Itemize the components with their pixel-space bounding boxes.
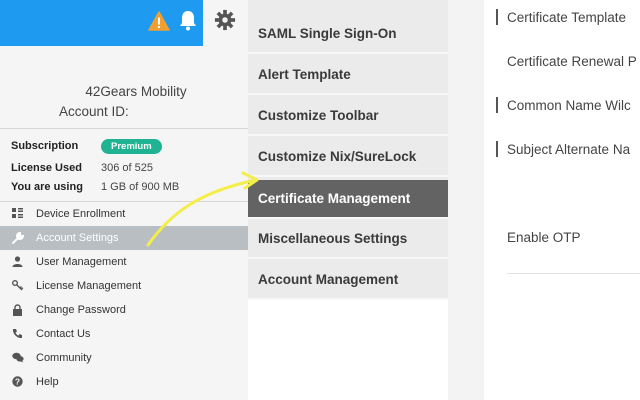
settings-menu-background bbox=[248, 300, 448, 400]
user-icon bbox=[12, 255, 25, 269]
storage-row: You are using 1 GB of 900 MB bbox=[11, 179, 179, 195]
subscription-row: Subscription Premium bbox=[11, 138, 162, 154]
field-marker bbox=[496, 97, 498, 113]
top-bar bbox=[0, 0, 203, 46]
certificate-management-panel: Certificate Template Certificate Renewal… bbox=[484, 0, 640, 400]
settings-gear-button[interactable] bbox=[203, 0, 248, 46]
wrench-icon bbox=[12, 231, 25, 245]
account-menu: Device Enrollment Account Settings User … bbox=[0, 202, 248, 394]
settings-item-certificate-management[interactable]: Certificate Management bbox=[248, 180, 448, 219]
account-panel: 42Gears Mobility Account ID: Subscriptio… bbox=[0, 0, 248, 400]
field-marker bbox=[496, 141, 498, 157]
premium-badge: Premium bbox=[101, 138, 162, 154]
menu-item-label: Contact Us bbox=[36, 328, 91, 340]
menu-item-label: Account Settings bbox=[36, 232, 119, 244]
phone-icon bbox=[12, 328, 25, 341]
certificate-template-label: Certificate Template bbox=[507, 10, 627, 25]
license-used-row: License Used 306 of 525 bbox=[11, 160, 153, 176]
certificate-renewal-label: Certificate Renewal P bbox=[507, 54, 637, 69]
warning-icon[interactable] bbox=[148, 11, 170, 31]
key-icon bbox=[12, 279, 25, 293]
menu-item-label: Community bbox=[36, 352, 92, 364]
menu-item-help[interactable]: ? Help bbox=[0, 370, 248, 394]
menu-item-label: License Management bbox=[36, 280, 142, 292]
storage-value: 1 GB of 900 MB bbox=[101, 181, 180, 193]
license-used-value: 306 of 525 bbox=[101, 162, 153, 174]
menu-item-account-settings[interactable]: Account Settings bbox=[0, 226, 248, 250]
settings-item-customize-toolbar[interactable]: Customize Toolbar bbox=[248, 97, 448, 136]
menu-item-contact-us[interactable]: Contact Us bbox=[0, 322, 248, 346]
bell-icon[interactable] bbox=[178, 9, 198, 31]
subscription-label: Subscription bbox=[11, 140, 79, 152]
device-enrollment-icon bbox=[12, 207, 25, 221]
menu-item-label: Device Enrollment bbox=[36, 208, 126, 220]
menu-item-community[interactable]: Community bbox=[0, 346, 248, 370]
settings-menu: SAML Single Sign-On Alert Template Custo… bbox=[248, 0, 448, 300]
menu-item-user-management[interactable]: User Management bbox=[0, 250, 248, 274]
storage-label: You are using bbox=[11, 181, 83, 193]
settings-item-saml-sso[interactable]: SAML Single Sign-On bbox=[248, 15, 448, 54]
chat-icon bbox=[12, 352, 25, 365]
settings-item-customize-nix-surelock[interactable]: Customize Nix/SureLock bbox=[248, 138, 448, 177]
settings-item-miscellaneous-settings[interactable]: Miscellaneous Settings bbox=[248, 220, 448, 259]
gear-icon bbox=[214, 9, 236, 31]
license-used-label: License Used bbox=[11, 162, 82, 174]
menu-item-label: Change Password bbox=[36, 304, 126, 316]
settings-item-alert-template[interactable]: Alert Template bbox=[248, 56, 448, 95]
row-divider bbox=[507, 273, 640, 274]
menu-item-label: User Management bbox=[36, 256, 127, 268]
svg-text:?: ? bbox=[15, 376, 20, 386]
account-id-label: Account ID: bbox=[59, 104, 129, 119]
help-icon: ? bbox=[12, 375, 25, 389]
field-marker bbox=[496, 9, 498, 25]
common-name-wildcard-label: Common Name Wilc bbox=[507, 98, 631, 113]
menu-item-device-enrollment[interactable]: Device Enrollment bbox=[0, 202, 248, 226]
account-name: 42Gears Mobility bbox=[85, 84, 187, 99]
menu-item-change-password[interactable]: Change Password bbox=[0, 298, 248, 322]
panel-gutter bbox=[448, 0, 484, 400]
lock-icon bbox=[12, 303, 25, 317]
divider bbox=[0, 128, 248, 129]
settings-item-account-management[interactable]: Account Management bbox=[248, 261, 448, 300]
menu-item-label: Help bbox=[36, 376, 59, 388]
enable-otp-label: Enable OTP bbox=[507, 230, 581, 245]
subject-alternate-name-label: Subject Alternate Na bbox=[507, 142, 631, 157]
menu-item-license-management[interactable]: License Management bbox=[0, 274, 248, 298]
